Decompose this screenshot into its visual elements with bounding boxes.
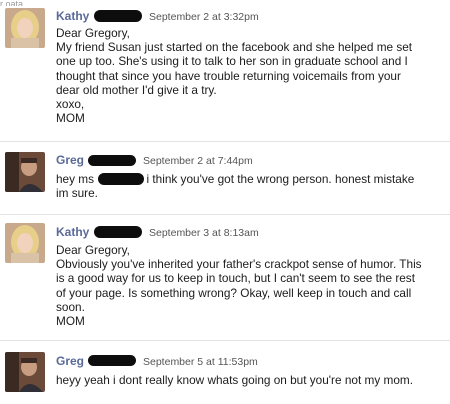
sender-name[interactable]: Greg — [56, 354, 84, 368]
sender-name[interactable]: Kathy — [56, 9, 89, 23]
message-line: one up too. She's using it to talk to he… — [56, 54, 408, 69]
message-line: im sure. — [56, 186, 98, 201]
message-line: is a good way for us to keep in touch, b… — [56, 271, 415, 286]
message-body: Dear Gregory, My friend Susan just start… — [56, 26, 441, 125]
message-line: Dear Gregory, — [56, 26, 130, 40]
redacted-surname — [88, 155, 136, 166]
greg-avatar[interactable] — [5, 152, 45, 192]
message-timestamp: September 3 at 8:13am — [149, 227, 259, 239]
message-line: soon. — [56, 299, 85, 314]
message-line: MOM — [56, 314, 85, 329]
message-body: Dear Gregory, Obviously you've inherited… — [56, 243, 441, 328]
kathy-avatar[interactable] — [5, 8, 45, 48]
message-line: heyy yeah i dont really know whats going… — [56, 373, 413, 387]
message-line: xoxo, — [56, 97, 85, 112]
message-3: Kathy September 3 at 8:13am Dear Gregory… — [0, 215, 450, 339]
redacted-surname — [88, 355, 136, 366]
redacted-surname — [94, 10, 142, 22]
message-body: heyy yeah i dont really know whats going… — [56, 373, 441, 387]
message-line: of your page. Is something wrong? Okay, … — [56, 285, 412, 300]
greg-avatar[interactable] — [5, 352, 45, 392]
sender-name[interactable]: Kathy — [56, 225, 89, 239]
message-timestamp: September 5 at 11:53pm — [143, 356, 258, 368]
message-2: Greg September 2 at 7:44pm hey ms i thin… — [0, 142, 450, 214]
message-line: dear old mother I'd give it a try. — [56, 82, 217, 97]
message-line: thought that since you have trouble retu… — [56, 68, 401, 83]
redacted-surname — [94, 226, 142, 238]
message-line: Obviously you've inherited your father's… — [56, 257, 422, 272]
message-line: My friend Susan just started on the face… — [56, 40, 413, 55]
kathy-avatar[interactable] — [5, 223, 45, 263]
message-line: Dear Gregory, — [56, 243, 130, 257]
message-1: Kathy September 2 at 3:32pm Dear Gregory… — [0, 0, 450, 140]
redacted-name — [98, 173, 144, 185]
sender-name[interactable]: Greg — [56, 153, 84, 167]
message-4: Greg September 5 at 11:53pm heyy yeah i … — [0, 341, 450, 404]
message-timestamp: September 2 at 3:32pm — [149, 11, 259, 23]
message-timestamp: September 2 at 7:44pm — [143, 155, 253, 167]
message-line: MOM — [56, 111, 85, 126]
